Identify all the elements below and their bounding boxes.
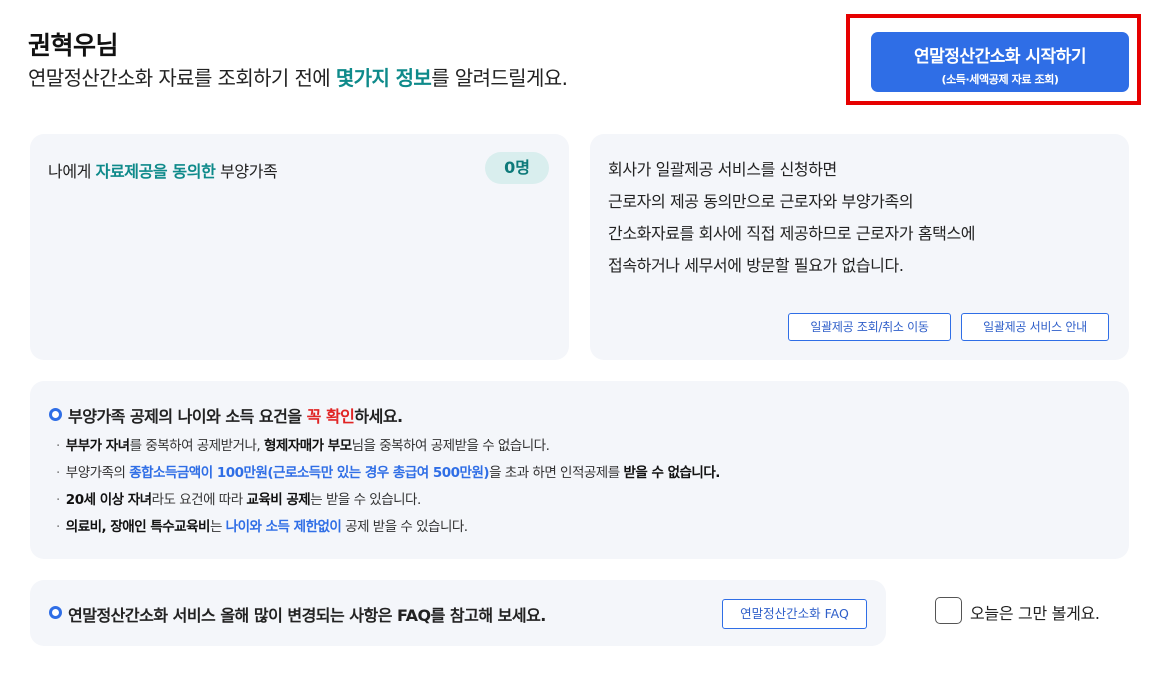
start-button[interactable]: 연말정산간소화 시작하기 (소득·세액공제 자료 조회) (871, 32, 1129, 92)
bulk-service-line: 간소화자료를 회사에 직접 제공하므로 근로자가 홈택스에 (608, 224, 976, 243)
notice-text: 을 초과 하면 인적공제를 (489, 465, 624, 481)
notice-title-prefix: 부양가족 공제의 나이와 소득 요건을 (68, 407, 307, 426)
dependents-label-suffix: 부양가족 (215, 162, 278, 181)
notice-bold: 부부가 자녀 (65, 438, 130, 454)
bulk-service-line: 근로자의 제공 동의만으로 근로자와 부양가족의 (608, 192, 914, 211)
dependents-label: 나에게 자료제공을 동의한 부양가족 (48, 158, 278, 182)
notice-title-suffix: 하세요. (354, 407, 403, 426)
notice-highlight: 종합소득금액이 100만원(근로소득만 있는 경우 총급여 500만원) (129, 465, 490, 481)
notice-bold: 의료비, 장애인 특수교육비 (65, 519, 211, 535)
notice-text: 는 (209, 519, 226, 535)
notice-text: 부양가족의 (65, 465, 130, 481)
greeting-subtitle: 연말정산간소화 자료를 조회하기 전에 몇가지 정보를 알려드릴게요. (28, 62, 568, 91)
dot-bullet-icon: · (56, 438, 60, 454)
faq-title: 연말정산간소화 서비스 올해 많이 변경되는 사항은 FAQ를 참고해 보세요. (68, 606, 546, 625)
notice-item: · 의료비, 장애인 특수교육비는 나이와 소득 제한없이 공제 받을 수 있습니… (56, 514, 720, 541)
notice-title: 부양가족 공제의 나이와 소득 요건을 꼭 확인하세요. (68, 403, 403, 427)
dependents-label-highlight: 자료제공을 동의한 (95, 162, 216, 181)
ring-bullet-icon (49, 606, 62, 619)
dot-bullet-icon: · (56, 519, 60, 535)
dismiss-checkbox[interactable] (935, 597, 962, 624)
notice-text: 는 받을 수 있습니다. (310, 492, 421, 508)
greeting-sub-highlight: 몇가지 정보 (335, 66, 432, 90)
dependents-count-badge: 0명 (485, 152, 549, 184)
ring-bullet-icon (49, 408, 62, 421)
greeting-sub-suffix: 를 알려드릴게요. (431, 66, 568, 90)
bulk-cancel-button[interactable]: 일괄제공 조회/취소 이동 (788, 313, 951, 341)
notice-bold: 형제자매가 부모 (263, 438, 352, 454)
notice-text: 님을 중복하여 공제받을 수 없습니다. (351, 438, 550, 454)
dependent-notice-card: 부양가족 공제의 나이와 소득 요건을 꼭 확인하세요. · 부부가 자녀를 중복… (30, 381, 1129, 559)
notice-item: · 20세 이상 자녀라도 요건에 따라 교육비 공제는 받을 수 있습니다. (56, 487, 720, 514)
bulk-service-card: 회사가 일괄제공 서비스를 신청하면 근로자의 제공 동의만으로 근로자와 부양… (590, 134, 1129, 360)
notice-item: · 부양가족의 종합소득금액이 100만원(근로소득만 있는 경우 총급여 500… (56, 460, 720, 487)
notice-bold: 20세 이상 자녀 (65, 492, 152, 508)
notice-item: · 부부가 자녀를 중복하여 공제받거나, 형제자매가 부모님을 중복하여 공제받… (56, 433, 720, 460)
notice-text: 라도 요건에 따라 (151, 492, 247, 508)
bulk-service-description: 회사가 일괄제공 서비스를 신청하면 근로자의 제공 동의만으로 근로자와 부양… (608, 154, 1108, 282)
dependents-label-prefix: 나에게 (48, 162, 96, 181)
dot-bullet-icon: · (56, 465, 60, 481)
greeting-sub-prefix: 연말정산간소화 자료를 조회하기 전에 (28, 66, 336, 90)
notice-title-highlight: 꼭 확인 (306, 407, 355, 426)
start-button-label: 연말정산간소화 시작하기 (914, 47, 1086, 67)
notice-highlight: 나이와 소득 제한없이 (225, 519, 342, 535)
faq-button[interactable]: 연말정산간소화 FAQ (722, 599, 867, 629)
faq-card: 연말정산간소화 서비스 올해 많이 변경되는 사항은 FAQ를 참고해 보세요.… (30, 580, 886, 646)
notice-text: 를 중복하여 공제받거나, (129, 438, 264, 454)
dismiss-label: 오늘은 그만 볼게요. (970, 604, 1100, 623)
bulk-guide-button[interactable]: 일괄제공 서비스 안내 (961, 313, 1109, 341)
dot-bullet-icon: · (56, 492, 60, 508)
dependents-card: 나에게 자료제공을 동의한 부양가족 0명 (30, 134, 569, 360)
bulk-service-line: 접속하거나 세무서에 방문할 필요가 없습니다. (608, 256, 904, 275)
greeting-name: 권혁우님 (28, 31, 119, 60)
notice-list: · 부부가 자녀를 중복하여 공제받거나, 형제자매가 부모님을 중복하여 공제받… (56, 433, 720, 541)
start-button-sublabel: (소득·세액공제 자료 조회) (941, 73, 1059, 86)
notice-text: 공제 받을 수 있습니다. (341, 519, 468, 535)
notice-bold: 받을 수 없습니다. (623, 465, 720, 481)
notice-bold: 교육비 공제 (246, 492, 311, 508)
bulk-service-line: 회사가 일괄제공 서비스를 신청하면 (608, 160, 837, 179)
